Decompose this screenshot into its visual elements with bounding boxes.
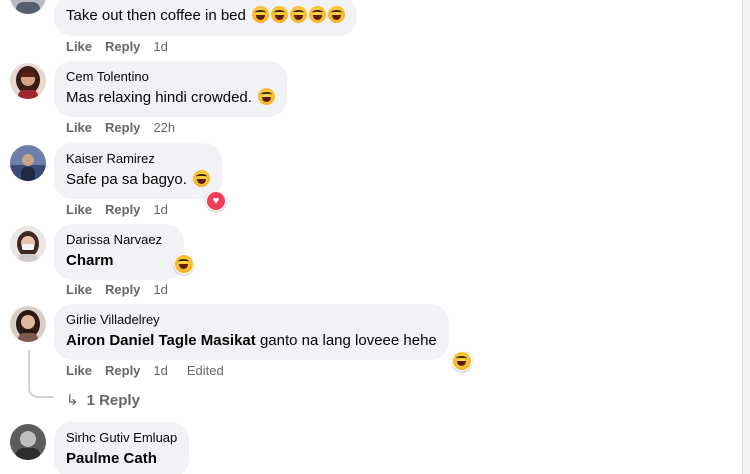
comment-author[interactable]: Kaiser Ramirez — [66, 151, 210, 167]
laughing-emoji-icon — [309, 6, 327, 23]
comment-bubble: Kaiser Ramirez Safe pa sa bagyo. — [54, 143, 223, 199]
comment-text: Paulme Cath — [66, 450, 157, 467]
like-button[interactable]: Like — [66, 202, 92, 218]
comment-author[interactable]: Sirhc Gutiv Emluap — [66, 430, 177, 446]
reply-button[interactable]: Reply — [105, 120, 140, 136]
comment-text: Take out then coffee in bed — [66, 7, 246, 24]
reply-button[interactable]: Reply — [105, 202, 140, 218]
comment-bubble: Take out then coffee in bed — [54, 0, 358, 36]
reply-button[interactable]: Reply — [105, 39, 140, 55]
heart-reaction-icon: ♥ — [207, 192, 225, 210]
reaction-badge[interactable] — [452, 351, 472, 371]
comment-timestamp[interactable]: 1d — [153, 282, 167, 298]
comment-actions: Like Reply 22h — [66, 120, 188, 136]
comment-timestamp[interactable]: 1d — [153, 363, 167, 379]
comment-timestamp[interactable]: 1d — [153, 39, 167, 55]
rofl-emoji-icon — [328, 6, 346, 23]
rofl-emoji-icon — [193, 170, 211, 187]
laughing-emoji-icon — [271, 6, 289, 23]
like-button[interactable]: Like — [66, 282, 92, 298]
comment-text: Charm — [66, 252, 114, 269]
comment-author[interactable]: Girlie Villadelrey — [66, 312, 437, 328]
comment-actions: Like Reply 1d — [66, 39, 181, 55]
reply-arrow-icon: ↳ — [66, 392, 79, 409]
reaction-badge[interactable] — [174, 254, 194, 274]
comment-bubble: Sirhc Gutiv Emluap Paulme Cath — [54, 422, 190, 474]
rofl-emoji-icon — [290, 6, 308, 23]
comment-author[interactable]: Darissa Narvaez — [66, 232, 172, 248]
haha-reaction-icon — [453, 352, 471, 370]
avatar[interactable] — [10, 145, 46, 181]
comment-text: ganto na lang loveee hehe — [255, 332, 437, 349]
view-replies-button[interactable]: ↳ 1 Reply — [66, 391, 140, 409]
like-button[interactable]: Like — [66, 363, 92, 379]
reaction-badge[interactable]: ♥ — [206, 191, 226, 211]
comment-text: Safe pa sa bagyo. — [66, 171, 187, 188]
haha-reaction-icon — [175, 255, 193, 273]
reply-button[interactable]: Reply — [105, 363, 140, 379]
comment-bubble: Cem Tolentino Mas relaxing hindi crowded… — [54, 61, 288, 117]
like-button[interactable]: Like — [66, 120, 92, 136]
comment-actions: Like Reply 1d Edited — [66, 363, 237, 379]
scrollbar-track[interactable] — [742, 0, 750, 474]
reply-button[interactable]: Reply — [105, 282, 140, 298]
laughing-emoji-icon — [258, 88, 276, 105]
rofl-emoji-icon — [252, 6, 270, 23]
comment-actions: Like Reply 1d — [66, 282, 181, 298]
avatar[interactable] — [10, 424, 46, 460]
edited-label: Edited — [186, 363, 224, 378]
comment-bubble: Girlie Villadelrey Airon Daniel Tagle Ma… — [54, 304, 449, 360]
comment-timestamp[interactable]: 22h — [153, 120, 175, 136]
reply-thread-line — [28, 350, 54, 398]
comment-author[interactable]: Cem Tolentino — [66, 69, 275, 85]
like-button[interactable]: Like — [66, 39, 92, 55]
comment-timestamp[interactable]: 1d — [153, 202, 167, 218]
comment-text: Mas relaxing hindi crowded. — [66, 89, 252, 106]
avatar[interactable] — [10, 63, 46, 99]
comment-bubble: Darissa Narvaez Charm — [54, 224, 184, 280]
avatar[interactable] — [10, 306, 46, 342]
avatar[interactable] — [10, 0, 46, 14]
avatar[interactable] — [10, 226, 46, 262]
replies-count: 1 Reply — [86, 392, 140, 409]
mention-link[interactable]: Airon Daniel Tagle Masikat — [66, 332, 256, 349]
comment-actions: Like Reply 1d — [66, 202, 181, 218]
